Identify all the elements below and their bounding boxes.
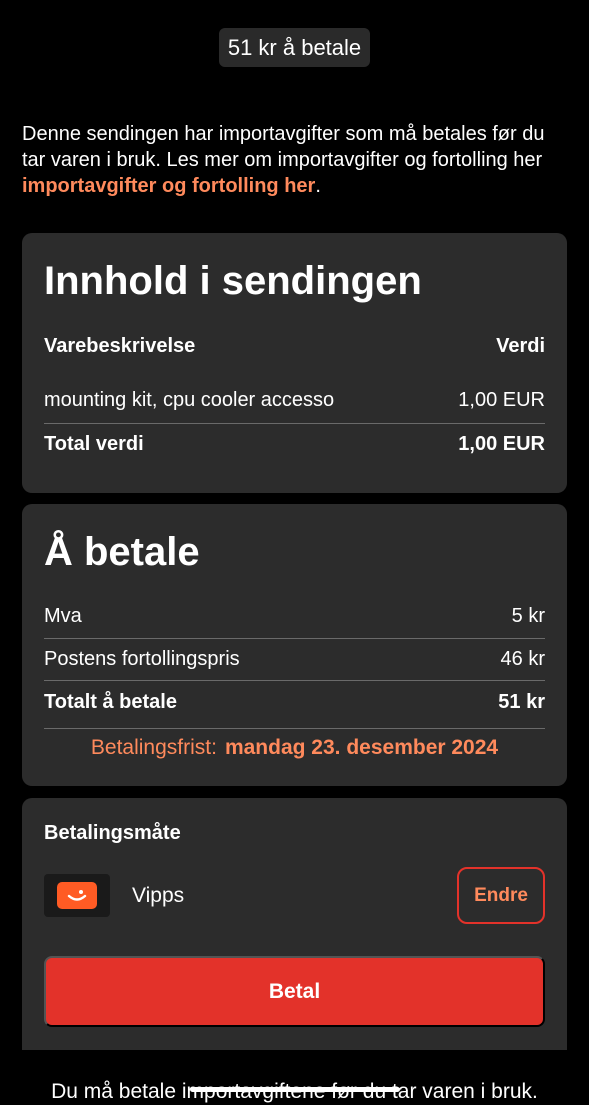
amount-due-pill: 51 kr å betale [219,28,370,67]
contents-title: Innhold i sendingen [44,259,422,303]
amount-due-text: 51 kr å betale [227,34,362,60]
total-to-pay-amount: 51 kr [498,691,545,713]
total-to-pay-label: Totalt å betale [44,691,177,713]
vat-row: Mva 5 kr [44,605,545,628]
total-value-label: Total verdi [44,433,144,455]
home-indicator[interactable] [190,1087,400,1092]
customs-fee-amount: 46 kr [500,648,545,670]
customs-fee-label: Postens fortollingspris [44,648,240,670]
intro-suffix: . [315,175,321,197]
pay-divider-3 [44,728,545,729]
deadline-label: Betalingsfrist: [90,736,217,759]
column-description-header: Varebeskrivelse [44,335,196,357]
total-value-amount: 1,00 EUR [458,433,545,455]
vat-amount: 5 kr [511,605,545,627]
deadline-date: mandag 23. desember 2024 [224,736,499,759]
item-description: mounting kit, cpu cooler accesso [44,389,335,411]
intro-text: Denne sendingen har importavgifter som m… [22,123,545,171]
contents-header-row: Varebeskrivelse Verdi [44,335,545,358]
pay-divider-2 [44,680,545,681]
contents-total-row: Total verdi 1,00 EUR [44,433,545,456]
contents-item-row: mounting kit, cpu cooler accesso 1,00 EU… [44,389,545,412]
payment-method-card: Betalingsmåte Vipps Endre Betal [22,798,567,1050]
payment-deadline: Betalingsfrist: mandag 23. desember 2024 [22,736,567,760]
import-fee-link[interactable]: importavgifter og fortolling her [22,175,315,197]
vipps-badge [57,882,97,909]
change-payment-method-button[interactable]: Endre [457,867,545,924]
vipps-logo-icon [44,874,110,917]
vat-label: Mva [44,605,82,627]
vipps-smile-icon [67,889,87,901]
payment-method-label: Betalingsmåte [44,822,181,844]
column-value-header: Verdi [496,335,545,357]
payment-provider-name: Vipps [132,884,185,907]
contents-divider [44,423,545,424]
shipment-contents-card: Innhold i sendingen Varebeskrivelse Verd… [22,233,567,493]
pay-title: Å betale [44,530,200,574]
import-fee-intro: Denne sendingen har importavgifter som m… [22,121,570,199]
item-value: 1,00 EUR [458,389,545,411]
total-to-pay-row: Totalt å betale 51 kr [44,691,545,714]
amount-to-pay-card: Å betale Mva 5 kr Postens fortollingspri… [22,504,567,786]
pay-button[interactable]: Betal [44,956,545,1027]
customs-fee-row: Postens fortollingspris 46 kr [44,648,545,671]
page: 51 kr å betale Denne sendingen har impor… [0,0,589,1105]
pay-divider-1 [44,638,545,639]
footer-note: Du må betale importavgiftene før du tar … [51,1080,538,1103]
